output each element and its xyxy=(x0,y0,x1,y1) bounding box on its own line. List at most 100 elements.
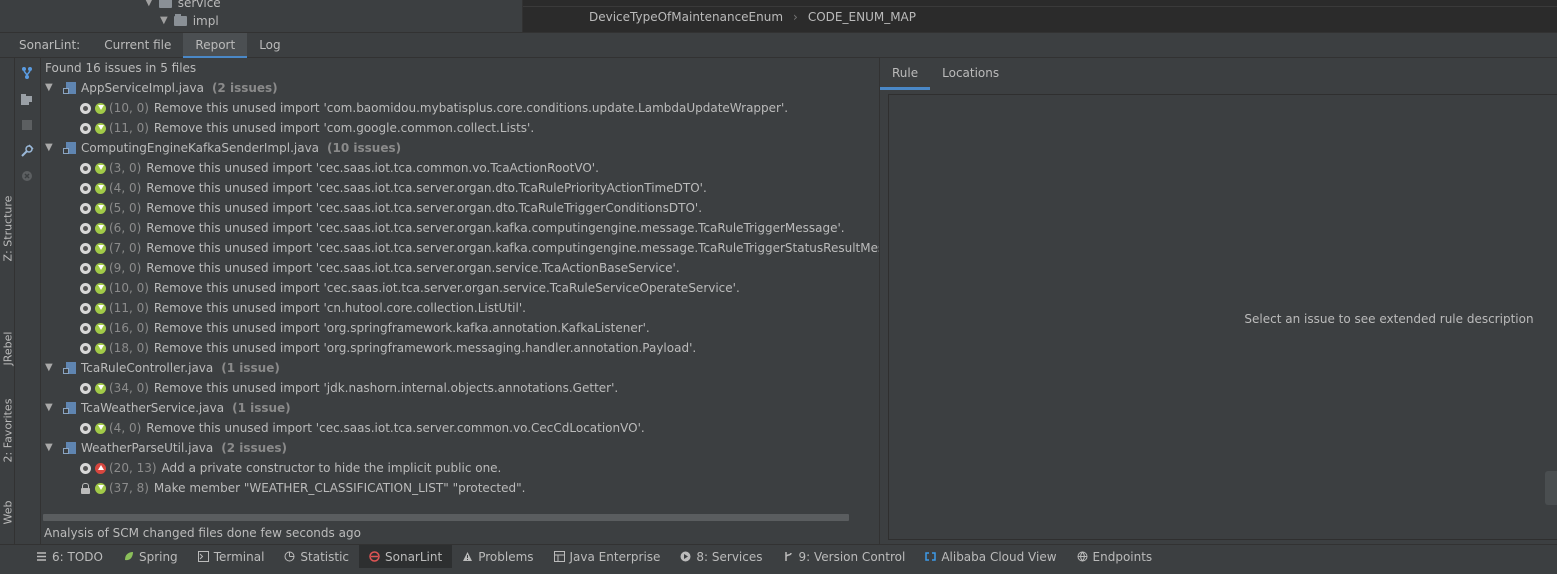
web-tab[interactable]: Web xyxy=(2,475,15,551)
issue-location: (5, 0) xyxy=(109,201,142,215)
issue-row[interactable]: (4, 0) Remove this unused import 'cec.sa… xyxy=(80,178,707,198)
issue-row[interactable]: (9, 0) Remove this unused import 'cec.sa… xyxy=(80,258,680,278)
issue-row[interactable]: (7, 0) Remove this unused import 'cec.sa… xyxy=(80,238,879,258)
expand-arrow-icon[interactable]: ▼ xyxy=(45,358,55,378)
expand-arrow-icon[interactable]: ▼ xyxy=(45,398,55,418)
java-enterprise-icon xyxy=(553,551,565,562)
alibaba-cloud-tool-button[interactable]: Alibaba Cloud View xyxy=(915,545,1066,569)
horizontal-scrollbar[interactable] xyxy=(43,514,849,521)
file-name: AppServiceImpl.java xyxy=(81,81,204,95)
side-expand-handle[interactable] xyxy=(1545,471,1557,505)
tool-label: 8: Services xyxy=(696,549,763,564)
issue-message: Remove this unused import 'com.baomidou.… xyxy=(153,101,789,115)
issue-row[interactable]: (20, 13) Add a private constructor to hi… xyxy=(80,458,501,478)
terminal-tool-button[interactable]: Terminal xyxy=(188,545,275,569)
minor-severity-icon xyxy=(95,122,106,134)
version-control-tool-button[interactable]: 9: Version Control xyxy=(773,545,916,569)
file-node[interactable]: ▼ ComputingEngineKafkaSenderImpl.java (1… xyxy=(41,138,401,158)
issue-count: (2 issues) xyxy=(221,441,287,455)
side-tool-labels: Z: Structure JRebel 2: Favorites Web xyxy=(0,58,15,544)
issue-row[interactable]: (4, 0) Remove this unused import 'cec.sa… xyxy=(80,418,645,438)
file-name: TcaRuleController.java xyxy=(81,361,214,375)
minor-severity-icon xyxy=(95,322,106,334)
issue-message: Remove this unused import 'cec.saas.iot.… xyxy=(146,241,879,255)
issue-message: Remove this unused import 'org.springfra… xyxy=(153,341,697,355)
issue-row[interactable]: (11, 0) Remove this unused import 'com.g… xyxy=(80,118,534,138)
sonarlint-tool-button[interactable]: SonarLint xyxy=(359,544,453,569)
clear-icon[interactable] xyxy=(20,169,34,183)
issue-location: (4, 0) xyxy=(109,421,142,435)
code-smell-icon xyxy=(80,242,91,254)
issue-count: (1 issue) xyxy=(232,401,291,415)
file-node[interactable]: ▼ WeatherParseUtil.java (2 issues) xyxy=(41,438,287,458)
breadcrumb-separator-icon: › xyxy=(793,10,798,24)
tab-log[interactable]: Log xyxy=(247,33,292,58)
issue-message: Remove this unused import 'cec.saas.iot.… xyxy=(146,221,845,235)
tool-label: Problems xyxy=(478,549,534,564)
breadcrumb-class[interactable]: DeviceTypeOfMaintenanceEnum xyxy=(589,10,783,24)
todo-tool-button[interactable]: 6: TODO xyxy=(26,545,113,569)
issue-row[interactable]: (16, 0) Remove this unused import 'org.s… xyxy=(80,318,650,338)
issue-row[interactable]: (18, 0) Remove this unused import 'org.s… xyxy=(80,338,696,358)
tool-label: SonarLint xyxy=(385,549,443,564)
favorites-tab[interactable]: 2: Favorites xyxy=(2,393,15,469)
file-node[interactable]: ▼ TcaWeatherService.java (1 issue) xyxy=(41,398,291,418)
java-file-icon xyxy=(63,362,77,374)
code-smell-icon xyxy=(80,122,91,134)
expand-arrow-icon[interactable]: ▼ xyxy=(45,78,55,98)
folder-analysis-icon[interactable] xyxy=(20,93,34,107)
issue-row[interactable]: (10, 0) Remove this unused import 'com.b… xyxy=(80,98,788,118)
issues-summary: Found 16 issues in 5 files xyxy=(45,61,197,75)
spring-tool-button[interactable]: Spring xyxy=(113,545,188,569)
minor-severity-icon xyxy=(95,422,106,434)
issue-row[interactable]: (3, 0) Remove this unused import 'cec.sa… xyxy=(80,158,599,178)
file-node[interactable]: ▼ AppServiceImpl.java (2 issues) xyxy=(41,78,278,98)
issue-count: (2 issues) xyxy=(211,81,278,95)
issue-location: (9, 0) xyxy=(109,261,142,275)
collapse-arrow-icon[interactable]: ▼ xyxy=(145,0,153,12)
minor-severity-icon xyxy=(95,222,106,234)
jrebel-tab[interactable]: JRebel xyxy=(2,311,15,387)
tree-item-service[interactable]: ▼ service xyxy=(145,0,221,12)
structure-tab[interactable]: Z: Structure xyxy=(2,191,15,267)
stop-icon[interactable] xyxy=(20,118,34,132)
panel-title: SonarLint: xyxy=(19,37,81,52)
tab-locations[interactable]: Locations xyxy=(930,58,1011,90)
issue-message: Remove this unused import 'cec.saas.iot.… xyxy=(153,281,740,295)
settings-wrench-icon[interactable] xyxy=(20,144,34,158)
breadcrumb-field[interactable]: CODE_ENUM_MAP xyxy=(808,10,916,24)
code-smell-icon xyxy=(80,182,91,194)
java-enterprise-tool-button[interactable]: Java Enterprise xyxy=(544,545,671,569)
issues-tree: Found 16 issues in 5 files ▼ AppServiceI… xyxy=(41,58,879,544)
tab-current-file[interactable]: Current file xyxy=(92,33,183,58)
tool-label: Spring xyxy=(138,549,178,564)
branch-icon[interactable] xyxy=(20,66,34,80)
project-tree: ▼ service ▼ impl xyxy=(0,0,520,32)
statistic-tool-button[interactable]: Statistic xyxy=(274,545,359,569)
expand-arrow-icon[interactable]: ▼ xyxy=(45,138,55,158)
rule-placeholder: Select an issue to see extended rule des… xyxy=(1244,312,1534,326)
issue-row[interactable]: (37, 8) Make member "WEATHER_CLASSIFICAT… xyxy=(80,478,525,498)
code-smell-icon xyxy=(80,302,91,314)
issue-location: (16, 0) xyxy=(109,321,149,335)
collapse-arrow-icon[interactable]: ▼ xyxy=(160,12,168,30)
services-tool-button[interactable]: 8: Services xyxy=(670,545,772,569)
problems-icon xyxy=(463,552,473,561)
java-file-icon xyxy=(63,442,77,454)
expand-arrow-icon[interactable]: ▼ xyxy=(45,438,55,458)
sonarlint-icon xyxy=(369,551,380,562)
issue-row[interactable]: (11, 0) Remove this unused import 'cn.hu… xyxy=(80,298,526,318)
tree-item-impl[interactable]: ▼ impl xyxy=(160,12,219,30)
issue-row[interactable]: (34, 0) Remove this unused import 'jdk.n… xyxy=(80,378,618,398)
problems-tool-button[interactable]: Problems xyxy=(452,545,543,569)
statistic-icon xyxy=(284,551,295,562)
issue-row[interactable]: (5, 0) Remove this unused import 'cec.sa… xyxy=(80,198,702,218)
issue-message: Remove this unused import 'cec.saas.iot.… xyxy=(146,261,680,275)
tab-rule[interactable]: Rule xyxy=(880,58,931,90)
tool-label: Endpoints xyxy=(1092,549,1153,564)
endpoints-tool-button[interactable]: Endpoints xyxy=(1067,545,1163,569)
file-node[interactable]: ▼ TcaRuleController.java (1 issue) xyxy=(41,358,280,378)
issue-row[interactable]: (10, 0) Remove this unused import 'cec.s… xyxy=(80,278,740,298)
tab-report[interactable]: Report xyxy=(183,32,248,59)
issue-row[interactable]: (6, 0) Remove this unused import 'cec.sa… xyxy=(80,218,845,238)
